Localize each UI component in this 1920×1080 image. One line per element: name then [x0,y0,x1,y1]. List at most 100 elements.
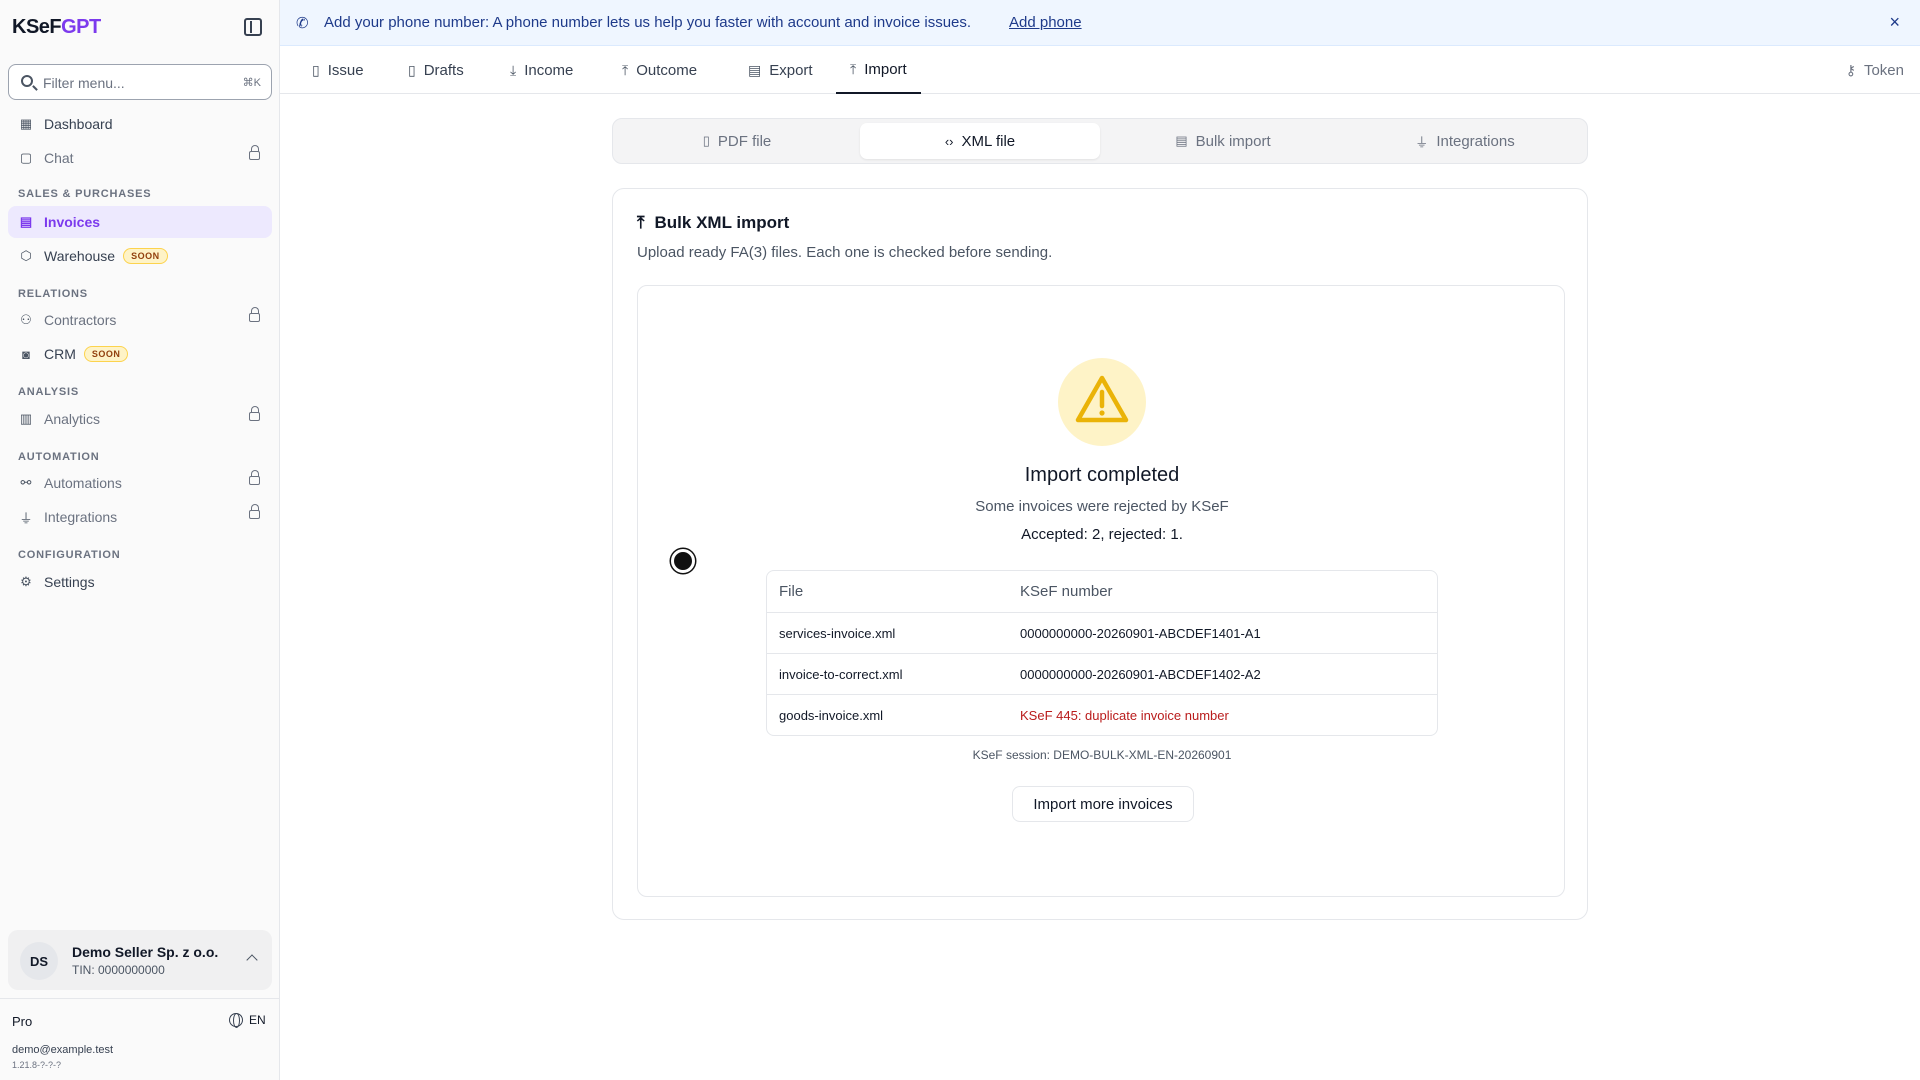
subtab-integrations[interactable]: ⏚ Integrations [1345,123,1585,159]
top-tabs: ▯ Issue ▯ Drafts ⤓ Income ⤒ Outcome ▤ Export … [280,46,1920,94]
tab-import[interactable]: ⤒ Import [836,46,921,94]
tab-issue[interactable]: ▯ Issue [312,46,364,94]
tab-outcome[interactable]: ⤒ Outcome [622,46,697,94]
banner-text: Add your phone number: A phone number le… [324,14,972,31]
lock-icon [249,470,260,485]
sidebar-item-label: Settings [44,574,95,590]
close-icon[interactable]: × [1889,12,1900,33]
sidebar-item-automations[interactable]: ⚯ Automations [8,467,272,499]
section-sales: SALES & PURCHASES [18,188,152,200]
search-icon [21,75,33,87]
cell-error-message: KSeF 445: duplicate invoice number [1020,707,1229,723]
workflow-icon: ⚯ [20,475,32,490]
logo-accent: GPT [61,16,101,38]
table-row: services-invoice.xml 0000000000-20260901… [767,612,1437,653]
sidebar-item-dashboard[interactable]: ▦ Dashboard [8,108,272,140]
filter-shortcut: ⌘K [242,77,261,89]
avatar: DS [20,942,58,980]
sidebar-collapse-icon[interactable] [244,18,262,36]
sidebar-item-label: Contractors [44,312,117,328]
import-more-button[interactable]: Import more invoices [1012,786,1194,822]
import-result-panel: Import completed Some invoices were reje… [637,285,1565,897]
sidebar-item-crm[interactable]: ◙ CRM SOON [8,338,272,370]
column-file: File [779,583,804,600]
card-title: ⤒ Bulk XML import [637,213,789,233]
file-icon: ▯ [702,133,710,148]
subtab-pdf[interactable]: ▯ PDF file [617,123,857,159]
sidebar-item-label: Analytics [44,411,101,427]
sidebar-item-label: Warehouse [44,248,116,264]
table-header: File KSeF number [767,571,1437,612]
upload-icon: ⤒ [850,60,857,77]
sidebar-item-chat[interactable]: ▢ Chat [8,142,272,174]
column-ksef-number: KSeF number [1020,583,1113,600]
section-analysis: ANALYSIS [18,386,80,398]
token-button[interactable]: ⚷ Token [1846,46,1904,94]
section-automation: AUTOMATION [18,451,100,463]
draft-icon: ▯ [408,61,416,78]
subtab-xml[interactable]: ‹› XML file [860,123,1100,159]
cell-ksef-number: 0000000000-20260901-ABCDEF1402-A2 [1020,666,1261,682]
card-subtitle: Upload ready FA(3) files. Each one is ch… [637,244,1053,261]
tab-label: Drafts [423,61,464,79]
sidebar-item-contractors[interactable]: ⚇ Contractors [8,304,272,336]
subtab-label: PDF file [717,132,772,150]
tab-export[interactable]: ▤ Export [748,46,813,94]
chat-icon: ▢ [19,150,33,165]
soon-badge: SOON [83,346,129,362]
tab-label: Import [864,60,907,78]
dashboard-icon: ▦ [19,116,33,131]
filter-menu-input[interactable] [43,73,223,93]
card-title-text: Bulk XML import [654,213,790,232]
sidebar-item-integrations[interactable]: ⏚ Integrations [8,501,272,533]
key-icon: ⚷ [1845,61,1856,78]
subtab-label: XML file [961,132,1016,150]
account-tin: TIN: 0000000000 [72,963,165,977]
subtab-label: Integrations [1436,132,1515,150]
files-icon: ▤ [1175,133,1188,148]
sidebar-item-invoices[interactable]: ▤ Invoices [8,206,272,238]
chevron-up-icon [246,954,258,966]
lock-icon [249,504,260,519]
result-counts: Accepted: 2, rejected: 1. [1021,526,1183,543]
language-switcher[interactable]: EN [229,1013,266,1028]
file-plus-icon: ▯ [312,61,320,78]
upload-icon: ⤒ [637,213,645,232]
sidebar-item-analytics[interactable]: ▥ Analytics [8,403,272,435]
cell-file: services-invoice.xml [779,625,896,641]
result-subtitle: Some invoices were rejected by KSeF [975,498,1229,515]
user-email: demo@example.test [12,1044,114,1056]
tab-drafts[interactable]: ▯ Drafts [408,46,464,94]
globe-icon [229,1013,243,1028]
users-icon: ⚇ [20,312,32,327]
plug-icon: ⏚ [19,510,33,526]
app-logo[interactable]: KSeFGPT [12,16,101,39]
result-title: Import completed [1024,464,1180,486]
subtab-bulk[interactable]: ▤ Bulk import [1103,123,1343,159]
cursor-indicator [671,549,695,573]
section-relations: RELATIONS [18,288,88,300]
tab-label: Outcome [636,61,698,79]
section-configuration: CONFIGURATION [18,549,121,561]
filter-menu[interactable]: ⌘K [8,64,272,100]
tab-income[interactable]: ⤓ Income [510,46,573,94]
sidebar-divider [0,998,280,999]
sidebar-item-label: Invoices [44,214,101,230]
sidebar-item-settings[interactable]: ⚙ Settings [8,566,272,598]
sidebar-item-label: Integrations [44,509,118,525]
bulk-import-card: ⤒ Bulk XML import Upload ready FA(3) fil… [612,188,1588,920]
tab-label: Export [769,61,813,79]
sidebar-item-label: Automations [44,475,122,491]
upload-icon: ⤒ [622,61,629,78]
account-switcher[interactable]: DS Demo Seller Sp. z o.o. TIN: 000000000… [8,930,272,990]
package-icon: ⬡ [20,248,32,263]
plan-label: Pro [12,1014,33,1029]
sidebar-item-label: Dashboard [44,116,113,132]
contact-icon: ◙ [22,346,30,362]
cell-file: invoice-to-correct.xml [779,666,903,682]
sidebar-item-warehouse[interactable]: ⬡ Warehouse SOON [8,240,272,272]
add-phone-link[interactable]: Add phone [1009,14,1082,31]
invoice-icon: ▤ [19,214,33,229]
app-version: 1.21.8-?-?-? [12,1060,62,1070]
token-label: Token [1863,61,1904,79]
